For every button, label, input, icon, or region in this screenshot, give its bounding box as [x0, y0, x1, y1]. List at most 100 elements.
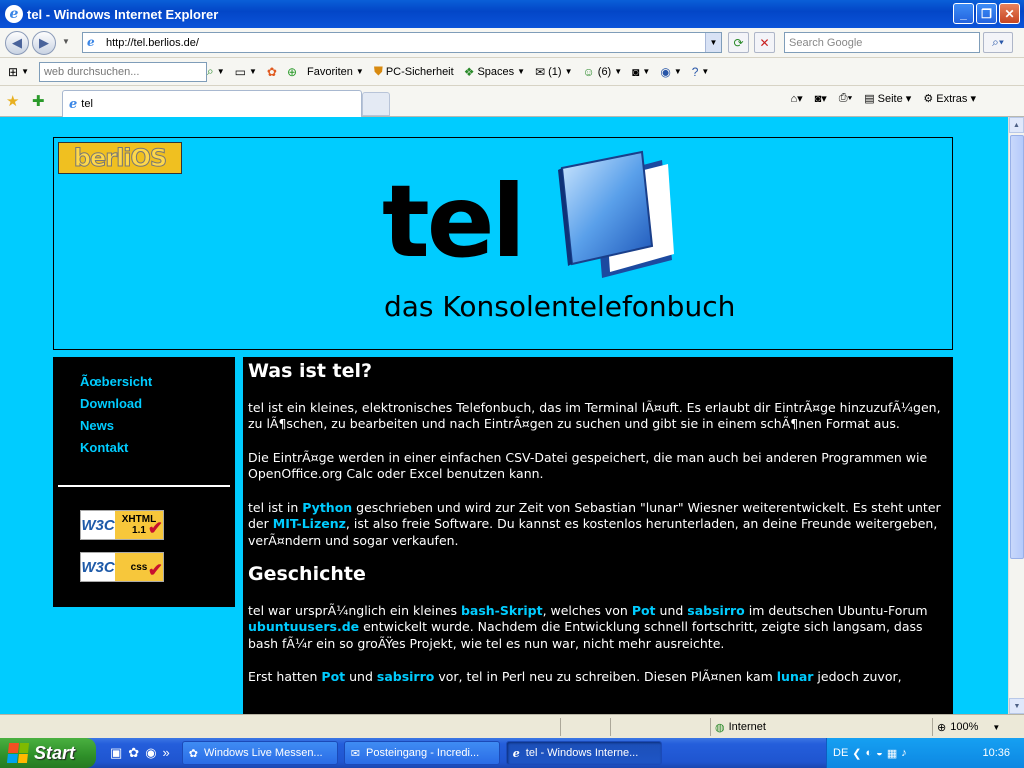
contacts-button[interactable]: ☺ (6) ▼	[583, 65, 623, 79]
link-pot[interactable]: Pot	[321, 669, 345, 684]
feeds-button[interactable]: ◙ ▼	[632, 65, 650, 79]
more-icon[interactable]: »	[163, 745, 170, 761]
text: , welches von	[542, 602, 632, 618]
window-controls: _ ❐ ✕	[953, 3, 1020, 24]
help-button[interactable]: ? ▼	[692, 65, 710, 79]
address-url[interactable]: http://tel.berlios.de/	[106, 37, 199, 49]
link-pot[interactable]: Pot	[632, 603, 656, 618]
tray-icon-2[interactable]: ◒	[876, 747, 883, 759]
minimize-button[interactable]: _	[953, 3, 974, 24]
desktop-icon[interactable]: ▣	[110, 745, 122, 761]
scroll-thumb[interactable]	[1010, 135, 1024, 559]
home-icon[interactable]: ⌂▾	[790, 92, 802, 105]
add-button[interactable]: ⊕	[287, 65, 297, 79]
checkmark-icon: ✔	[147, 518, 163, 538]
link-sabsirro[interactable]: sabsirro	[687, 603, 744, 618]
highlight-button[interactable]: ▭ ▼	[235, 65, 257, 79]
nav-link-uebersicht[interactable]: Ãœbersicht	[80, 374, 152, 389]
start-label: Start	[34, 742, 76, 763]
address-field[interactable]: e http://tel.berlios.de/ ▼	[82, 32, 722, 53]
mail-button[interactable]: ✉ (1) ▼	[535, 65, 572, 79]
zoom-icon: ⊕	[937, 721, 947, 734]
zoom-control[interactable]: ⊕ 100% ▼	[932, 718, 1024, 736]
task-label: tel - Windows Interne...	[525, 747, 639, 759]
sidebar: Ãœbersicht Download News Kontakt W3C XHT…	[53, 357, 235, 607]
extras-menu[interactable]: ⚙ Extras ▾	[923, 92, 976, 105]
live-button[interactable]: ✿	[267, 65, 277, 79]
nav-link-kontakt[interactable]: Kontakt	[80, 440, 128, 455]
address-dropdown-icon[interactable]: ▼	[705, 33, 721, 52]
windows-live-menu[interactable]: ⊞ ▼	[8, 65, 29, 79]
add-favorite-icon[interactable]: ✚	[32, 92, 45, 110]
start-button[interactable]: Start	[0, 738, 96, 768]
zone-label: Internet	[728, 721, 766, 733]
tab-label: tel	[81, 98, 93, 110]
tray-expand-icon[interactable]: ❮	[852, 747, 861, 760]
close-button[interactable]: ✕	[999, 3, 1020, 24]
tray-icon-1[interactable]: ◐	[866, 747, 873, 759]
task-incredimail[interactable]: ✉ Posteingang - Incredi...	[343, 741, 500, 765]
web-search-button[interactable]: ⌕ ▼	[207, 64, 225, 79]
firefox-icon[interactable]: ◉	[145, 745, 156, 761]
text: , ist also freie Software. Du kannst es …	[248, 516, 938, 548]
status-segment	[610, 718, 710, 736]
vertical-scrollbar[interactable]: ▲ ▼	[1008, 117, 1024, 714]
favorites-star-icon[interactable]: ★	[6, 92, 19, 110]
language-indicator[interactable]: DE	[833, 747, 848, 759]
w3c-css-badge[interactable]: W3C css ✔	[80, 552, 164, 582]
tab-tel[interactable]: e tel	[62, 90, 362, 117]
windows-flag-icon: ⊞	[8, 64, 19, 79]
link-python[interactable]: Python	[302, 500, 352, 515]
berlios-logo[interactable]: berliOS	[58, 142, 182, 174]
new-tab-button[interactable]	[362, 92, 390, 116]
ie-icon: e	[512, 746, 520, 760]
contacts-count: (6)	[597, 65, 612, 78]
tools-button[interactable]: ◉ ▼	[660, 65, 681, 79]
back-button[interactable]: ◀	[5, 31, 29, 55]
text: jedoch zuvor,	[813, 669, 902, 684]
history-dropdown-icon[interactable]: ▼	[62, 37, 70, 46]
search-input[interactable]: Search Google	[784, 32, 980, 53]
ie-icon: e	[5, 5, 23, 23]
security-label: PC-Sicherheit	[385, 65, 454, 78]
spaces-label: Spaces	[477, 65, 515, 78]
spaces-button[interactable]: ❖ Spaces ▼	[464, 65, 525, 79]
nav-link-download[interactable]: Download	[80, 396, 142, 411]
tools-icon: ◉	[660, 64, 671, 79]
scroll-down-icon[interactable]: ▼	[1009, 698, 1024, 714]
maximize-button[interactable]: ❐	[976, 3, 997, 24]
feed-icon: ◙	[632, 64, 640, 79]
mail-icon: ✉	[350, 747, 360, 760]
security-button[interactable]: ⛊ PC-Sicherheit	[374, 64, 454, 79]
page-menu[interactable]: ▤ Seite ▾	[864, 92, 911, 105]
feeds-icon[interactable]: ◙▾	[815, 92, 827, 105]
stop-icon[interactable]: ✕	[754, 32, 775, 53]
scroll-up-icon[interactable]: ▲	[1009, 117, 1024, 133]
task-messenger[interactable]: ✿ Windows Live Messen...	[181, 741, 338, 765]
w3c-xhtml-badge[interactable]: W3C XHTML 1.1 ✔	[80, 510, 164, 540]
paragraph-csv: Die EintrÃ¤ge werden in einer einfachen …	[248, 449, 928, 482]
clock[interactable]: 10:36	[982, 747, 1010, 759]
task-internet-explorer[interactable]: e tel - Windows Interne...	[505, 741, 662, 765]
tab-bar: ★ ✚ e tel ⌂▾ ◙▾ ⎙▾ ▤ Seite ▾ ⚙ Extras ▾	[0, 86, 1024, 117]
favorites-button[interactable]: Favoriten ▼	[307, 66, 364, 78]
text: und	[655, 602, 688, 618]
forward-button[interactable]: ▶	[32, 31, 56, 55]
network-icon[interactable]: ▦	[887, 747, 897, 760]
page-icon: e	[87, 34, 95, 49]
taskbar: Start ▣ ✿ ◉ » ✿ Windows Live Messen... ✉ P…	[0, 738, 1024, 768]
link-sabsirro[interactable]: sabsirro	[377, 669, 434, 684]
task-label: Windows Live Messen...	[204, 747, 323, 759]
refresh-icon[interactable]: ⟳	[728, 32, 749, 53]
link-mit-lizenz[interactable]: MIT-Lizenz	[273, 516, 346, 531]
messenger-icon[interactable]: ✿	[128, 745, 139, 761]
link-ubuntuusers[interactable]: ubuntuusers.de	[248, 619, 359, 634]
web-search-input[interactable]: web durchsuchen...	[38, 61, 207, 82]
search-icon[interactable]: ⌕▾	[983, 32, 1013, 53]
shield-icon: ⛊	[373, 64, 383, 78]
print-icon[interactable]: ⎙▾	[839, 92, 852, 105]
nav-link-news[interactable]: News	[80, 418, 114, 433]
link-bash-skript[interactable]: bash-Skript	[461, 603, 543, 618]
volume-icon[interactable]: ♪	[901, 747, 907, 759]
link-lunar[interactable]: lunar	[777, 669, 814, 684]
